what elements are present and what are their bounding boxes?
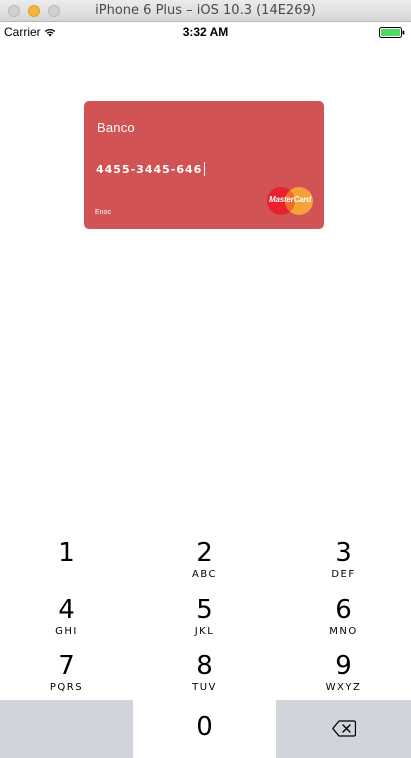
status-bar: Carrier 3:32 AM (0, 22, 411, 42)
key-letters: MNO (329, 626, 358, 637)
key-letters: ABC (191, 569, 217, 580)
text-cursor (204, 162, 205, 176)
mastercard-label: MasterCard (268, 195, 312, 204)
card-holder-name: Enoc (95, 209, 111, 216)
battery-icon (379, 27, 405, 38)
key-digit: 2 (196, 538, 213, 568)
key-2[interactable]: 2 ABC (134, 532, 275, 589)
key-letters: TUV (192, 682, 217, 693)
key-5[interactable]: 5 JKL (134, 589, 275, 646)
key-letters: PQRS (49, 682, 84, 693)
key-4[interactable]: 4 GHI (0, 589, 133, 646)
delete-backspace-icon (331, 720, 356, 737)
blank-key (0, 700, 133, 758)
key-1[interactable]: 1 (0, 532, 133, 589)
key-3[interactable]: 3 DEF (276, 532, 411, 589)
key-digit: 8 (196, 651, 213, 681)
key-digit: 6 (335, 595, 352, 625)
key-9[interactable]: 9 WXYZ (276, 645, 411, 702)
delete-key[interactable] (276, 700, 411, 758)
credit-card: Banco 4455-3445-646 Enoc MasterCard (84, 101, 324, 229)
simulator-title-bar: iPhone 6 Plus – iOS 10.3 (14E269) (0, 0, 411, 22)
key-letters: JKL (194, 626, 215, 637)
key-8[interactable]: 8 TUV (134, 645, 275, 702)
key-digit: 9 (335, 651, 352, 681)
key-letters: DEF (331, 569, 356, 580)
card-number-field[interactable]: 4455-3445-646 (96, 163, 202, 176)
key-digit: 7 (58, 651, 75, 681)
key-digit: 1 (58, 538, 75, 568)
number-keypad: 1 2 ABC 3 DEF 4 GHI 5 JKL 6 MNO 7 PQRS 8… (0, 532, 411, 758)
key-letters: WXYZ (325, 682, 362, 693)
key-6[interactable]: 6 MNO (276, 589, 411, 646)
key-0[interactable]: 0 (134, 700, 275, 758)
key-digit: 3 (335, 538, 352, 568)
key-letters: GHI (55, 626, 78, 637)
key-7[interactable]: 7 PQRS (0, 645, 133, 702)
status-time: 3:32 AM (182, 25, 229, 39)
key-digit: 4 (58, 595, 75, 625)
mastercard-icon: MasterCard (266, 186, 314, 216)
key-digit: 0 (196, 712, 213, 742)
window-title: iPhone 6 Plus – iOS 10.3 (14E269) (95, 3, 316, 18)
key-digit: 5 (196, 595, 213, 625)
card-bank-name: Banco (97, 120, 135, 135)
